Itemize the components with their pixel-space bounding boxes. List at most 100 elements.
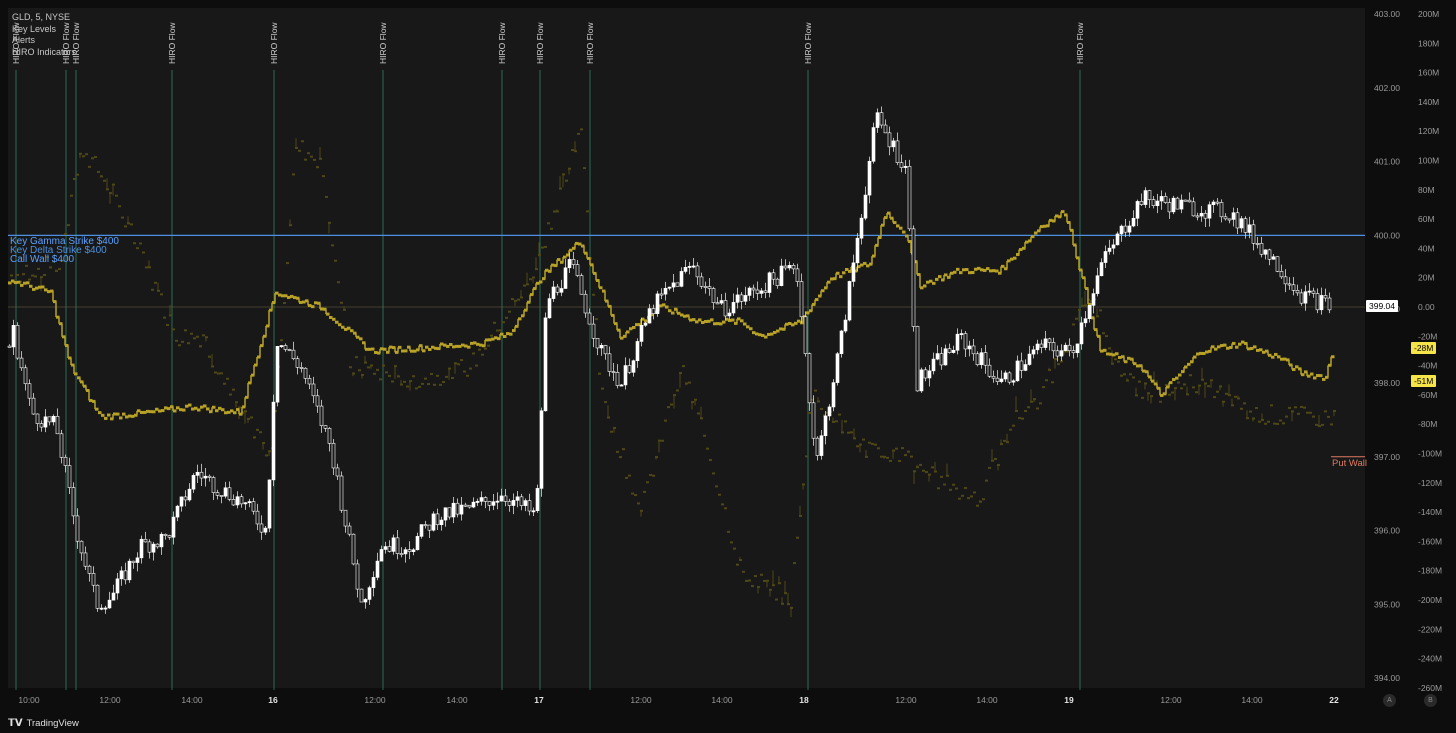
hiro-faded-step xyxy=(91,157,94,160)
hiro-faded-step xyxy=(310,155,313,158)
hiro-step xyxy=(224,411,228,415)
candle xyxy=(1295,290,1300,294)
hiro-step xyxy=(755,332,759,336)
hiro-faded-step xyxy=(325,195,328,198)
hiro-faded-step xyxy=(1312,415,1315,418)
candle xyxy=(487,501,492,506)
candle xyxy=(619,384,624,387)
hiro-faded-step xyxy=(1159,400,1162,403)
hiro-faded-step xyxy=(391,380,394,383)
hiro-faded-step xyxy=(808,411,811,414)
scale-b-button[interactable]: B xyxy=(1424,694,1437,707)
candle xyxy=(887,132,892,148)
candle xyxy=(215,492,220,496)
hiro-faded-step xyxy=(58,268,61,271)
hiro-step xyxy=(350,329,354,333)
candle xyxy=(871,127,876,162)
candle xyxy=(95,584,100,609)
candle xyxy=(595,338,600,349)
hiro-faded-step xyxy=(265,454,268,457)
candle xyxy=(251,501,256,512)
candle xyxy=(435,513,440,526)
hiro-faded-step xyxy=(874,443,877,446)
hiro-faded-step xyxy=(1270,404,1273,407)
candle xyxy=(207,475,212,478)
hiro-faded-step xyxy=(139,242,142,245)
candle xyxy=(991,375,996,379)
hiro-step xyxy=(125,415,129,419)
hiro-step xyxy=(668,309,672,313)
hiro-step xyxy=(116,412,120,416)
auto-scale-button[interactable]: A xyxy=(1383,694,1396,707)
hiro-flow-label-9: HIRO Flow xyxy=(803,22,813,64)
hiro-faded-step xyxy=(544,245,547,248)
candle xyxy=(859,217,864,239)
hiro-faded-step xyxy=(1141,396,1144,399)
hiro-faded-step xyxy=(967,497,970,500)
hiro-faded-step xyxy=(1297,412,1300,415)
hiro-faded-step xyxy=(466,374,469,377)
candle xyxy=(555,286,560,293)
hiro-faded-step xyxy=(652,474,655,477)
hiro-faded-step xyxy=(631,492,634,495)
hiro-faded-step xyxy=(445,375,448,378)
candle xyxy=(947,348,952,353)
candle xyxy=(699,276,704,287)
hiro-step xyxy=(413,349,417,353)
hiro-faded-step xyxy=(31,274,34,277)
hiro-step xyxy=(866,264,870,268)
candle xyxy=(395,537,400,554)
hiro-step xyxy=(992,269,996,273)
legend-item-hiro-indicators[interactable]: HIRO Indicators xyxy=(12,47,76,59)
hiro-flow-label-4: HIRO Flow xyxy=(269,22,279,64)
candle xyxy=(307,378,312,385)
hiro-step xyxy=(746,325,750,329)
hiro-faded-step xyxy=(670,403,673,406)
candle xyxy=(631,360,636,373)
hiro-faded-step xyxy=(730,541,733,544)
hiro-step xyxy=(743,322,747,326)
candle xyxy=(1059,350,1064,357)
candle xyxy=(123,570,128,581)
candle xyxy=(415,536,420,551)
hiro-faded-step xyxy=(1012,424,1015,427)
hiro-step xyxy=(443,343,447,347)
hiro-faded-step xyxy=(136,247,139,250)
candle xyxy=(475,501,480,503)
candle xyxy=(527,500,532,512)
candle xyxy=(331,443,336,469)
hiro-step xyxy=(23,281,27,285)
hiro-step xyxy=(989,269,993,273)
hiro-step xyxy=(1262,350,1266,354)
candle xyxy=(63,457,68,466)
hiro-faded-step xyxy=(145,266,148,269)
tradingview-logo-icon[interactable]: 𝗧𝗩 xyxy=(8,718,23,729)
candle xyxy=(187,488,192,501)
candle xyxy=(1163,196,1168,203)
hiro-faded-step xyxy=(175,339,178,342)
hiro-faded-step xyxy=(796,536,799,539)
hiro-faded-step xyxy=(1108,347,1111,350)
hiro-faded-step xyxy=(664,419,667,422)
hiro-step xyxy=(314,301,318,305)
candle xyxy=(151,543,156,553)
legend-item-key-levels[interactable]: Key Levels xyxy=(12,24,76,36)
candle xyxy=(7,345,12,348)
hiro-faded-step xyxy=(856,445,859,448)
hiro-tick-8: 40M xyxy=(1418,243,1435,253)
candle xyxy=(27,383,32,399)
candle xyxy=(135,557,140,563)
candle xyxy=(1035,343,1040,351)
hiro-step xyxy=(1187,362,1191,366)
legend-item-alerts[interactable]: Alerts xyxy=(12,35,76,47)
candle xyxy=(907,166,912,230)
candle xyxy=(627,365,632,373)
candle xyxy=(891,140,896,148)
call-wall-label: Call Wall $400 xyxy=(10,254,75,265)
tradingview-brand[interactable]: TradingView xyxy=(27,718,79,729)
candle xyxy=(711,288,716,304)
candle xyxy=(71,487,76,517)
candle xyxy=(511,500,516,506)
symbol-label[interactable]: GLD, 5, NYSE xyxy=(12,12,76,24)
candle xyxy=(19,357,24,369)
